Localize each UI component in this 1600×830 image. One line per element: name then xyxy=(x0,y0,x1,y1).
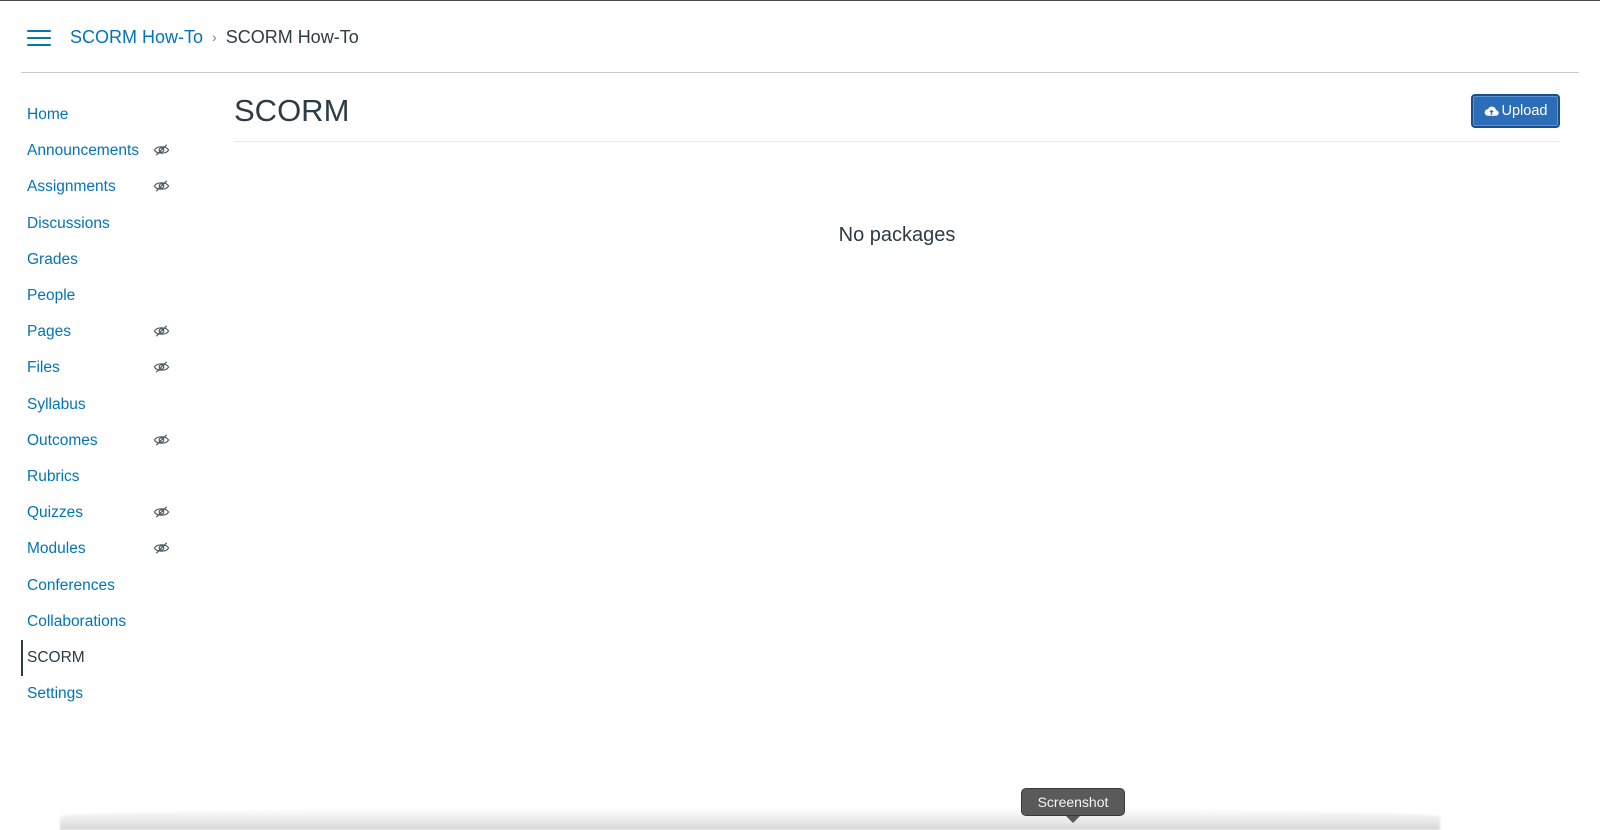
sidebar-item-label: Settings xyxy=(27,685,84,703)
eye-slash-icon xyxy=(153,143,170,157)
main-content: SCORM Upload No packages xyxy=(234,73,1560,246)
breadcrumb-separator-icon: › xyxy=(212,29,217,45)
sidebar-item-rubrics[interactable]: Rubrics xyxy=(21,459,181,495)
eye-slash-icon xyxy=(153,324,170,338)
sidebar-item-label: Quizzes xyxy=(27,504,83,522)
sidebar-item-grades[interactable]: Grades xyxy=(21,242,181,278)
sidebar-item-settings[interactable]: Settings xyxy=(21,676,181,712)
sidebar-item-modules[interactable]: Modules xyxy=(21,531,181,567)
eye-slash-icon xyxy=(153,179,170,193)
tooltip-arrow xyxy=(1066,816,1080,823)
dock-edge xyxy=(60,808,1440,830)
sidebar-item-label: Rubrics xyxy=(27,467,80,485)
eye-slash-icon xyxy=(153,360,170,374)
sidebar-item-label: Announcements xyxy=(27,142,140,160)
sidebar-item-announcements[interactable]: Announcements xyxy=(21,133,181,169)
sidebar-item-label: SCORM xyxy=(27,648,85,666)
breadcrumb-current: SCORM How-To xyxy=(225,27,359,47)
sidebar-item-scorm[interactable]: SCORM xyxy=(21,639,181,676)
screenshot-tooltip: Screenshot xyxy=(1021,788,1125,816)
sidebar-item-assignments[interactable]: Assignments xyxy=(21,169,181,205)
sidebar-item-label: Files xyxy=(27,359,60,377)
eye-slash-icon xyxy=(153,433,170,447)
cloud-upload-icon xyxy=(1484,106,1499,116)
sidebar-item-label: Grades xyxy=(27,250,78,268)
sidebar-item-label: Syllabus xyxy=(27,395,86,413)
hamburger-menu-icon[interactable] xyxy=(27,29,51,47)
sidebar-item-conferences[interactable]: Conferences xyxy=(21,567,181,603)
sidebar-item-discussions[interactable]: Discussions xyxy=(21,206,181,242)
sidebar-item-label: Pages xyxy=(27,323,71,341)
sidebar-item-outcomes[interactable]: Outcomes xyxy=(21,423,181,459)
sidebar-item-people[interactable]: People xyxy=(21,278,181,314)
breadcrumb: SCORM How-To › SCORM How-To xyxy=(70,25,359,49)
sidebar-item-label: Home xyxy=(27,106,69,124)
breadcrumb-course-link[interactable]: SCORM How-To xyxy=(70,25,203,49)
empty-state-message: No packages xyxy=(838,224,956,246)
eye-slash-icon xyxy=(153,541,170,555)
page-title: SCORM xyxy=(234,93,350,128)
sidebar-item-label: Assignments xyxy=(27,178,116,196)
sidebar-item-collaborations[interactable]: Collaborations xyxy=(21,604,181,640)
sidebar-item-label: People xyxy=(27,287,76,305)
sidebar-item-label: Conferences xyxy=(27,576,115,594)
sidebar-item-quizzes[interactable]: Quizzes xyxy=(21,495,181,531)
page-title-row: SCORM Upload xyxy=(234,73,1560,142)
sidebar-item-pages[interactable]: Pages xyxy=(21,314,181,350)
sidebar-item-home[interactable]: Home xyxy=(21,97,181,133)
sidebar-item-label: Outcomes xyxy=(27,431,98,449)
upload-button-label: Upload xyxy=(1501,103,1548,119)
sidebar-item-label: Discussions xyxy=(27,214,110,232)
sidebar-item-label: Modules xyxy=(27,540,86,558)
sidebar-item-label: Collaborations xyxy=(27,612,127,630)
eye-slash-icon xyxy=(153,505,170,519)
sidebar-item-files[interactable]: Files xyxy=(21,350,181,386)
sidebar-item-syllabus[interactable]: Syllabus xyxy=(21,387,181,423)
upload-button[interactable]: Upload xyxy=(1471,94,1560,128)
course-navigation: Home Announcements Assignments Discussions G… xyxy=(21,97,181,712)
course-header: SCORM How-To › SCORM How-To xyxy=(21,1,1579,73)
